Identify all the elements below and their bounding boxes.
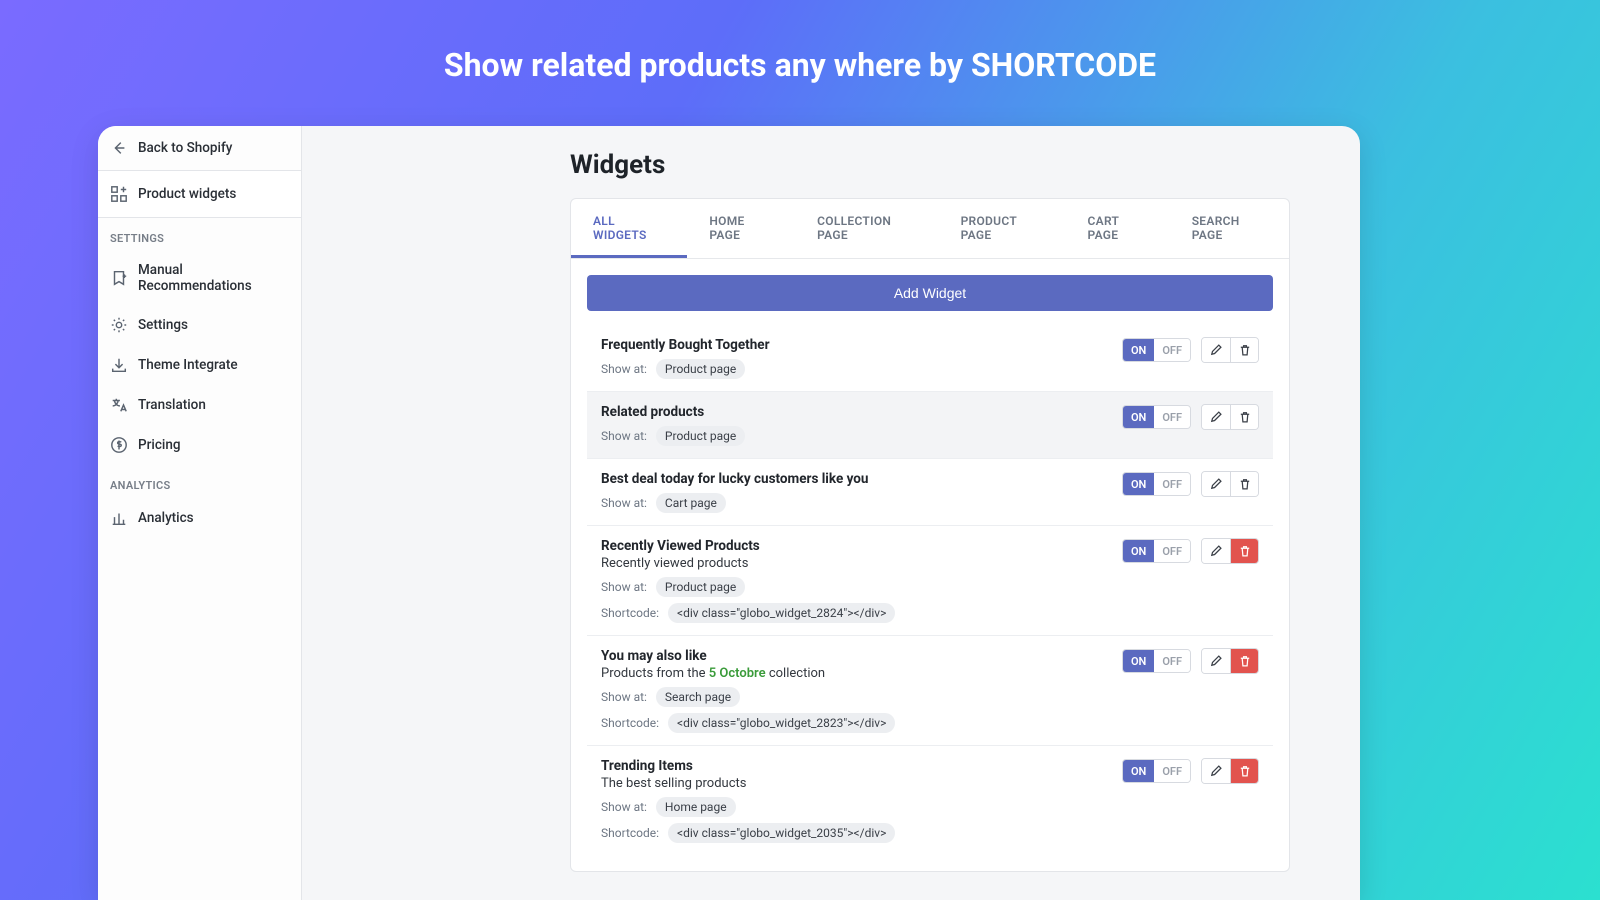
- bookmark-icon: [110, 269, 128, 287]
- gear-icon: [110, 316, 128, 334]
- sidebar-section-analytics: ANALYTICS: [98, 465, 301, 498]
- sidebar: Back to Shopify Product widgets SETTINGS…: [98, 126, 302, 900]
- on-off-toggle[interactable]: ONOFF: [1122, 405, 1191, 429]
- page-title: Widgets: [570, 150, 1360, 180]
- widget-controls: ONOFF: [1122, 648, 1259, 674]
- widget-title: Best deal today for lucky customers like…: [601, 471, 1110, 487]
- widget-row[interactable]: Best deal today for lucky customers like…: [587, 459, 1273, 526]
- widget-title: Related products: [601, 404, 1110, 420]
- edit-button[interactable]: [1202, 759, 1230, 783]
- sidebar-item-label: Manual Recommendations: [138, 262, 289, 294]
- dollar-icon: [110, 436, 128, 454]
- delete-button[interactable]: [1230, 539, 1258, 563]
- widget-show-at: Show at: Product page: [601, 577, 1110, 597]
- sidebar-item-label: Product widgets: [138, 186, 236, 202]
- widget-controls: ONOFF: [1122, 538, 1259, 564]
- edit-button[interactable]: [1202, 472, 1230, 496]
- widget-title: You may also like: [601, 648, 1110, 664]
- delete-button[interactable]: [1230, 472, 1258, 496]
- sidebar-item-label: Theme Integrate: [138, 357, 238, 373]
- widget-row[interactable]: You may also like Products from the 5 Oct…: [587, 636, 1273, 746]
- widget-row[interactable]: Related products Show at: Product page ONO…: [587, 392, 1273, 459]
- widget-title: Recently Viewed Products: [601, 538, 1110, 554]
- edit-button[interactable]: [1202, 649, 1230, 673]
- back-label: Back to Shopify: [138, 140, 232, 156]
- chart-icon: [110, 509, 128, 527]
- edit-delete-group: [1201, 648, 1259, 674]
- add-widget-button[interactable]: Add Widget: [587, 275, 1273, 311]
- widget-show-at: Show at: Home page: [601, 797, 1110, 817]
- edit-button[interactable]: [1202, 539, 1230, 563]
- back-to-shopify[interactable]: Back to Shopify: [98, 126, 301, 171]
- download-icon: [110, 356, 128, 374]
- widget-show-at: Show at: Product page: [601, 426, 1110, 446]
- sidebar-item-label: Translation: [138, 397, 206, 413]
- on-off-toggle[interactable]: ONOFF: [1122, 649, 1191, 673]
- on-off-toggle[interactable]: ONOFF: [1122, 338, 1191, 362]
- widget-show-at: Show at: Search page: [601, 687, 1110, 707]
- main-content: Widgets ALL WIDGETSHOME PAGECOLLECTION P…: [302, 126, 1360, 900]
- widget-title: Trending Items: [601, 758, 1110, 774]
- edit-delete-group: [1201, 758, 1259, 784]
- widget-controls: ONOFF: [1122, 337, 1259, 363]
- widget-show-at: Show at: Product page: [601, 359, 1110, 379]
- arrow-left-icon: [110, 139, 128, 157]
- app-window: Back to Shopify Product widgets SETTINGS…: [98, 126, 1360, 900]
- sidebar-item-pricing[interactable]: Pricing: [98, 425, 301, 465]
- grid-plus-icon: [110, 185, 128, 203]
- widget-subtitle: Products from the 5 Octobre collection: [601, 666, 1110, 681]
- promo-banner: Show related products any where by SHORT…: [0, 0, 1600, 114]
- tab-collection-page[interactable]: COLLECTION PAGE: [795, 199, 938, 258]
- edit-button[interactable]: [1202, 338, 1230, 362]
- sidebar-section-settings: SETTINGS: [98, 218, 301, 251]
- tab-all-widgets[interactable]: ALL WIDGETS: [571, 199, 687, 258]
- sidebar-item-theme[interactable]: Theme Integrate: [98, 345, 301, 385]
- widget-controls: ONOFF: [1122, 758, 1259, 784]
- widget-list: Frequently Bought Together Show at: Produ…: [587, 325, 1273, 855]
- widget-shortcode: Shortcode: <div class="globo_widget_2823…: [601, 713, 1110, 733]
- on-off-toggle[interactable]: ONOFF: [1122, 539, 1191, 563]
- widget-shortcode: Shortcode: <div class="globo_widget_2824…: [601, 603, 1110, 623]
- tab-home-page[interactable]: HOME PAGE: [687, 199, 795, 258]
- sidebar-item-analytics[interactable]: Analytics: [98, 498, 301, 538]
- widgets-card: ALL WIDGETSHOME PAGECOLLECTION PAGEPRODU…: [570, 198, 1290, 872]
- widget-row[interactable]: Recently Viewed Products Recently viewed …: [587, 526, 1273, 636]
- widget-controls: ONOFF: [1122, 404, 1259, 430]
- delete-button[interactable]: [1230, 649, 1258, 673]
- sidebar-item-translation[interactable]: Translation: [98, 385, 301, 425]
- sidebar-item-manual[interactable]: Manual Recommendations: [98, 251, 301, 305]
- tabs: ALL WIDGETSHOME PAGECOLLECTION PAGEPRODU…: [571, 199, 1289, 259]
- edit-delete-group: [1201, 538, 1259, 564]
- on-off-toggle[interactable]: ONOFF: [1122, 759, 1191, 783]
- widget-title: Frequently Bought Together: [601, 337, 1110, 353]
- sidebar-item-label: Settings: [138, 317, 188, 333]
- tab-cart-page[interactable]: CART PAGE: [1066, 199, 1170, 258]
- edit-delete-group: [1201, 471, 1259, 497]
- widget-controls: ONOFF: [1122, 471, 1259, 497]
- delete-button[interactable]: [1230, 759, 1258, 783]
- delete-button[interactable]: [1230, 338, 1258, 362]
- widget-subtitle: Recently viewed products: [601, 556, 1110, 571]
- widget-row[interactable]: Trending Items The best selling products S…: [587, 746, 1273, 855]
- widget-shortcode: Shortcode: <div class="globo_widget_2035…: [601, 823, 1110, 843]
- on-off-toggle[interactable]: ONOFF: [1122, 472, 1191, 496]
- edit-delete-group: [1201, 404, 1259, 430]
- tab-product-page[interactable]: PRODUCT PAGE: [939, 199, 1066, 258]
- tab-search-page[interactable]: SEARCH PAGE: [1170, 199, 1289, 258]
- widget-subtitle: The best selling products: [601, 776, 1110, 791]
- sidebar-item-settings[interactable]: Settings: [98, 305, 301, 345]
- edit-button[interactable]: [1202, 405, 1230, 429]
- sidebar-item-product-widgets[interactable]: Product widgets: [98, 171, 301, 218]
- sidebar-item-label: Analytics: [138, 510, 194, 526]
- edit-delete-group: [1201, 337, 1259, 363]
- delete-button[interactable]: [1230, 405, 1258, 429]
- widget-row[interactable]: Frequently Bought Together Show at: Produ…: [587, 325, 1273, 392]
- translate-icon: [110, 396, 128, 414]
- widget-show-at: Show at: Cart page: [601, 493, 1110, 513]
- sidebar-item-label: Pricing: [138, 437, 180, 453]
